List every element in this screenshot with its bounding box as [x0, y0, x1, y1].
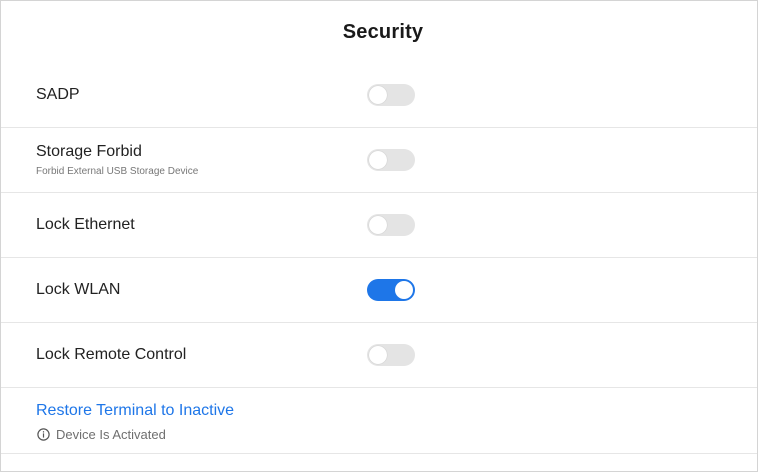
- storage-forbid-toggle[interactable]: [367, 149, 415, 171]
- info-icon: [37, 428, 50, 441]
- activation-status: Device Is Activated: [37, 427, 166, 442]
- setting-row-lock-ethernet: Lock Ethernet: [1, 193, 757, 258]
- page-title: Security: [342, 20, 424, 43]
- toggle-knob: [395, 281, 413, 299]
- setting-label-lock-ethernet: Lock Ethernet: [36, 216, 135, 233]
- toggle-knob: [369, 346, 387, 364]
- lock-remote-control-toggle[interactable]: [367, 344, 415, 366]
- header: Security: [1, 1, 757, 63]
- setting-label-storage-forbid: Storage Forbid: [36, 143, 142, 160]
- restore-terminal-link[interactable]: Restore Terminal to Inactive: [36, 402, 234, 420]
- setting-row-storage-forbid: Storage Forbid Forbid External USB Stora…: [1, 128, 757, 193]
- sadp-toggle[interactable]: [367, 84, 415, 106]
- toggle-knob: [369, 86, 387, 104]
- status-text: Device Is Activated: [56, 427, 166, 442]
- setting-sublabel-storage-forbid: Forbid External USB Storage Device: [36, 166, 199, 177]
- setting-label-lock-remote-control: Lock Remote Control: [36, 346, 187, 363]
- toggle-knob: [369, 216, 387, 234]
- toggle-knob: [369, 151, 387, 169]
- lock-ethernet-toggle[interactable]: [367, 214, 415, 236]
- restore-row: Restore Terminal to Inactive Device Is A…: [1, 388, 757, 454]
- setting-row-lock-wlan: Lock WLAN: [1, 258, 757, 323]
- setting-label-lock-wlan: Lock WLAN: [36, 281, 121, 298]
- security-panel: Security SADP Storage Forbid Forbid Exte…: [0, 0, 758, 472]
- setting-label-sadp: SADP: [36, 86, 80, 103]
- setting-row-lock-remote-control: Lock Remote Control: [1, 323, 757, 388]
- lock-wlan-toggle[interactable]: [367, 279, 415, 301]
- setting-row-sadp: SADP: [1, 63, 757, 128]
